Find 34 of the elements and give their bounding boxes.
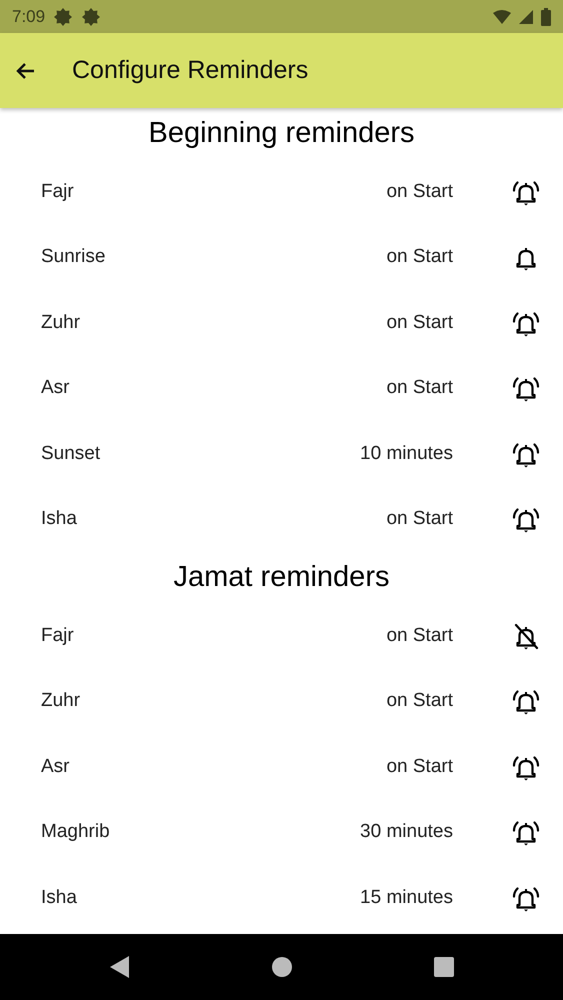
status-time: 7:09	[12, 6, 46, 28]
prayer-name: Sunrise	[41, 245, 106, 269]
prayer-name: Fajr	[41, 180, 75, 204]
reminder-timing[interactable]: 30 minutes	[360, 818, 453, 846]
section-heading: Beginning reminders	[148, 116, 416, 151]
notification-icon	[53, 6, 74, 26]
notification-icon	[81, 6, 102, 26]
prayer-name: Maghrib	[41, 820, 111, 844]
prayer-name: Asr	[41, 376, 70, 400]
prayer-name: Isha	[41, 886, 78, 910]
prayer-name: Asr	[41, 754, 70, 778]
home-nav-icon[interactable]	[272, 957, 292, 977]
reminder-timing[interactable]: on Start	[386, 687, 453, 716]
prayer-name: Zuhr	[41, 689, 82, 713]
reminder-timing[interactable]: on Start	[386, 243, 453, 272]
wifi-icon	[493, 10, 511, 24]
reminder-timing[interactable]: on Start	[386, 505, 453, 534]
signal-icon	[519, 10, 533, 24]
prayer-name: Zuhr	[41, 310, 82, 334]
reminder-timing[interactable]: on Start	[386, 178, 453, 206]
reminder-timing[interactable]: on Start	[386, 622, 453, 650]
battery-icon	[541, 8, 551, 26]
reminder-timing[interactable]: 15 minutes	[360, 884, 453, 912]
reminder-timing[interactable]: 10 minutes	[360, 440, 453, 468]
prayer-name: Sunset	[41, 442, 102, 466]
prayer-name: Fajr	[41, 624, 75, 648]
prayer-name: Isha	[41, 507, 78, 531]
back-nav-icon[interactable]	[110, 956, 130, 978]
reminder-timing[interactable]: on Start	[386, 374, 453, 402]
reminder-timing[interactable]: on Start	[386, 752, 453, 781]
recents-nav-icon[interactable]	[434, 957, 454, 977]
reminder-timing[interactable]: on Start	[386, 308, 453, 337]
screen-title: Configure Reminders	[72, 54, 308, 86]
section-heading: Jamat reminders	[172, 560, 390, 595]
